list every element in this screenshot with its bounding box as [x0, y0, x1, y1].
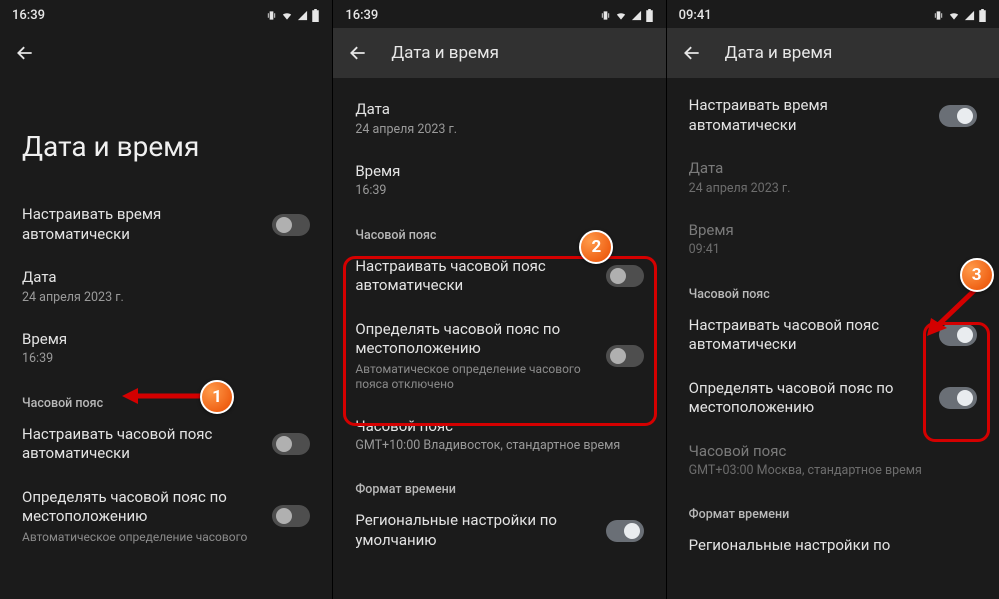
vibrate-icon: [266, 10, 277, 21]
row-label: Настраивать часовой пояс автоматически: [689, 316, 929, 355]
app-bar: [0, 28, 332, 78]
row-regional[interactable]: Региональные настройки по: [667, 524, 999, 568]
status-time: 16:39: [345, 8, 378, 23]
app-bar: Дата и время: [667, 28, 999, 78]
row-time: Время 09:41: [667, 209, 999, 271]
row-sub: Автоматическое определение часового: [22, 530, 262, 546]
row-label: Региональные настройки по: [689, 536, 977, 556]
row-auto-timezone[interactable]: Настраивать часовой пояс автоматически: [333, 245, 665, 308]
row-label: Время: [22, 330, 310, 350]
status-bar: 09:41: [667, 0, 999, 28]
row-auto-timezone[interactable]: Настраивать часовой пояс автоматически: [667, 304, 999, 367]
wifi-icon: [614, 10, 628, 21]
section-timezone: Часовой пояс: [667, 271, 999, 304]
toggle-regional[interactable]: [606, 520, 644, 542]
row-date[interactable]: Дата 24 апреля 2023 г.: [333, 78, 665, 150]
row-label: Определять часовой пояс по местоположени…: [22, 488, 262, 527]
row-auto-timezone[interactable]: Настраивать часовой пояс автоматически: [0, 413, 332, 476]
toggle-auto-time[interactable]: [939, 105, 977, 127]
signal-icon: [631, 10, 642, 21]
row-geo-timezone[interactable]: Определять часовой пояс по местоположени…: [0, 476, 332, 558]
toggle-geo-timezone[interactable]: [272, 505, 310, 527]
status-time: 09:41: [679, 8, 712, 23]
row-label: Настраивать время автоматически: [689, 96, 929, 135]
row-label: Дата: [355, 100, 643, 120]
row-label: Время: [689, 221, 977, 241]
status-bar: 16:39: [0, 0, 332, 28]
row-label: Определять часовой пояс по местоположени…: [355, 320, 595, 359]
section-format: Формат времени: [667, 491, 999, 524]
back-button[interactable]: [347, 42, 369, 64]
row-timezone: Часовой пояс GMT+03:00 Москва, стандартн…: [667, 430, 999, 492]
row-value: 16:39: [22, 351, 310, 367]
back-button[interactable]: [681, 42, 703, 64]
row-geo-timezone[interactable]: Определять часовой пояс по местоположени…: [667, 367, 999, 430]
signal-icon: [297, 10, 308, 21]
section-timezone: Часовой пояс: [0, 380, 332, 413]
toggle-auto-timezone[interactable]: [606, 265, 644, 287]
row-value: GMT+10:00 Владивосток, стандартное время: [355, 438, 643, 454]
vibrate-icon: [600, 10, 611, 21]
row-sub: Автоматическое определение часового пояс…: [355, 362, 595, 393]
battery-icon: [645, 9, 654, 22]
row-value: 24 апреля 2023 г.: [22, 290, 310, 306]
section-timezone: Часовой пояс: [333, 212, 665, 245]
triptych: 16:39 Дата и время Настраивать время авт…: [0, 0, 999, 599]
row-geo-timezone[interactable]: Определять часовой пояс по местоположени…: [333, 308, 665, 405]
arrow-left-icon: [348, 43, 368, 63]
app-bar: Дата и время: [333, 28, 665, 78]
arrow-left-icon: [682, 43, 702, 63]
toggle-geo-timezone[interactable]: [606, 345, 644, 367]
row-label: Региональные настройки по умолчанию: [355, 511, 595, 550]
row-value: 09:41: [689, 242, 977, 258]
status-time: 16:39: [12, 8, 45, 23]
row-label: Настраивать часовой пояс автоматически: [22, 425, 262, 464]
row-time[interactable]: Время 16:39: [333, 150, 665, 212]
row-auto-time[interactable]: Настраивать время автоматически: [0, 193, 332, 256]
row-label: Настраивать время автоматически: [22, 205, 262, 244]
toggle-auto-time[interactable]: [272, 214, 310, 236]
status-icons: [600, 9, 654, 22]
section-format: Формат времени: [333, 466, 665, 499]
row-auto-time[interactable]: Настраивать время автоматически: [667, 78, 999, 147]
row-value: 24 апреля 2023 г.: [355, 122, 643, 138]
row-value: GMT+03:00 Москва, стандартное время: [689, 463, 977, 479]
appbar-title: Дата и время: [725, 43, 833, 63]
appbar-title: Дата и время: [391, 43, 499, 63]
row-date: Дата 24 апреля 2023 г.: [667, 147, 999, 209]
row-label: Дата: [22, 268, 310, 288]
screen-2: 16:39 Дата и время Дата 24 апреля 2023 г…: [333, 0, 666, 599]
back-button[interactable]: [14, 42, 36, 64]
wifi-icon: [280, 10, 294, 21]
wifi-icon: [947, 10, 961, 21]
battery-icon: [311, 9, 320, 22]
toggle-auto-timezone[interactable]: [272, 433, 310, 455]
row-label: Часовой пояс: [355, 417, 643, 437]
toggle-geo-timezone[interactable]: [939, 387, 977, 409]
status-icons: [933, 9, 987, 22]
row-label: Часовой пояс: [689, 442, 977, 462]
signal-icon: [964, 10, 975, 21]
status-bar: 16:39: [333, 0, 665, 28]
row-label: Настраивать часовой пояс автоматически: [355, 257, 595, 296]
row-value: 24 апреля 2023 г.: [689, 181, 977, 197]
vibrate-icon: [933, 10, 944, 21]
row-label: Определять часовой пояс по местоположени…: [689, 379, 929, 418]
screen-3: 09:41 Дата и время Настраивать время авт…: [667, 0, 999, 599]
row-value: 16:39: [355, 183, 643, 199]
arrow-left-icon: [15, 43, 35, 63]
row-label: Время: [355, 162, 643, 182]
toggle-auto-timezone[interactable]: [939, 324, 977, 346]
screen-1: 16:39 Дата и время Настраивать время авт…: [0, 0, 333, 599]
page-title: Дата и время: [0, 78, 332, 193]
row-timezone[interactable]: Часовой пояс GMT+10:00 Владивосток, стан…: [333, 405, 665, 467]
row-label: Дата: [689, 159, 977, 179]
battery-icon: [978, 9, 987, 22]
row-regional[interactable]: Региональные настройки по умолчанию: [333, 499, 665, 562]
row-time[interactable]: Время 16:39: [0, 318, 332, 380]
status-icons: [266, 9, 320, 22]
row-date[interactable]: Дата 24 апреля 2023 г.: [0, 256, 332, 318]
